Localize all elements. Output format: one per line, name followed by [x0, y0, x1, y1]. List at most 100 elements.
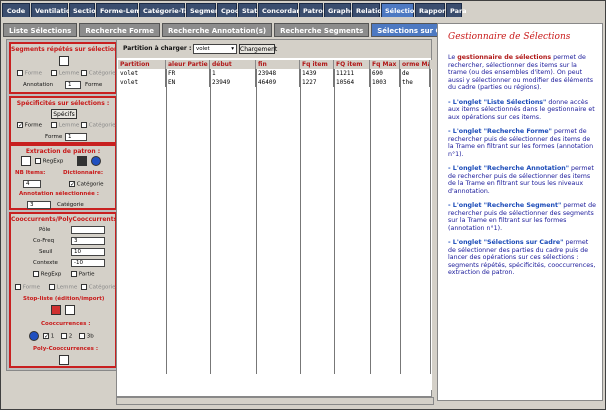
- sec4-partie-checkbox[interactable]: [71, 271, 77, 277]
- pattern-icon[interactable]: [21, 156, 31, 166]
- cooc-1-checkbox[interactable]: [43, 333, 49, 339]
- cooc-2-checkbox[interactable]: [61, 333, 67, 339]
- main-tab[interactable]: Sélection: [381, 3, 419, 17]
- sec2-categorie-checkbox[interactable]: [81, 122, 87, 128]
- main-tab[interactable]: Rapport: [415, 3, 448, 17]
- contexte-label: Contexte: [33, 260, 58, 266]
- pole-field[interactable]: [71, 226, 105, 234]
- pattern-run-icon[interactable]: [77, 156, 87, 166]
- main-tab[interactable]: Code: [2, 3, 30, 17]
- column-header[interactable]: Partition: [118, 60, 166, 69]
- sec3-dictionnaire-label: Dictionnaire:: [63, 170, 104, 176]
- help-p1: Le gestionnaire de sélections permet de …: [448, 54, 594, 91]
- sub-tab[interactable]: Recherche Segments: [274, 23, 370, 37]
- sec2-field-label: Forme: [45, 134, 63, 140]
- polycooc-label: Poly-Cooccurrences :: [33, 346, 99, 352]
- sec3-nb-items-field[interactable]: 4: [23, 180, 41, 188]
- main-tab[interactable]: Catégorie-Tag: [139, 3, 193, 17]
- column-header[interactable]: Fq Max: [370, 60, 400, 69]
- pole-label: Pôle: [39, 227, 51, 233]
- column-header[interactable]: aleur Partie: [166, 60, 210, 69]
- partition-select[interactable]: volet ▾: [193, 44, 237, 54]
- main-tab[interactable]: Forme-Lemme: [96, 3, 152, 17]
- partition-header: Partition à charger : volet ▾ Chargement: [117, 40, 431, 58]
- table-cell: 23949: [210, 78, 256, 87]
- sub-tab[interactable]: Liste Sélections: [3, 23, 78, 37]
- sec4-partie-label: Partie: [78, 271, 95, 278]
- partition-table: Partition aleur Partie début fin Fq item FQ i…: [118, 60, 432, 390]
- sec2-lemme-checkbox[interactable]: [51, 122, 57, 128]
- section-pattern-title: Extraction de patron :: [25, 148, 101, 155]
- polycooc-run-icon[interactable]: [59, 355, 69, 365]
- main-tab[interactable]: Graphe: [324, 3, 355, 17]
- table-cell: 46409: [256, 78, 300, 87]
- chevron-down-icon: ▾: [231, 46, 234, 52]
- sec2-forme-checkbox[interactable]: [17, 122, 23, 128]
- sec1-annotation-label: Annotation: [23, 82, 54, 88]
- cooc-3b-checkbox[interactable]: [79, 333, 85, 339]
- cooc-run-icon[interactable]: [29, 331, 39, 341]
- cooc-1-label: 1: [50, 333, 55, 340]
- main-tab[interactable]: Relation: [352, 3, 386, 17]
- sec2-field-input[interactable]: 1: [65, 133, 87, 141]
- stoplist-edit-icon[interactable]: [51, 305, 61, 315]
- partition-panel: Partition à charger : volet ▾ Chargement…: [116, 39, 432, 397]
- load-button[interactable]: Chargement: [239, 44, 277, 54]
- table-header: Partition aleur Partie début fin Fq item FQ i…: [118, 60, 432, 69]
- sec4-regexp-checkbox[interactable]: [33, 271, 39, 277]
- sec4-forme-checkbox[interactable]: [15, 284, 21, 290]
- sec1-annotation-unit: Forme: [85, 82, 103, 88]
- specifs-button[interactable]: Spécifs: [51, 109, 77, 119]
- main-tab[interactable]: Para: [446, 3, 467, 17]
- horizontal-scrollbar[interactable]: [116, 397, 434, 405]
- main-tab[interactable]: Ventilation: [31, 3, 75, 17]
- table-cell: 1227: [300, 78, 334, 87]
- main-tab[interactable]: Patron: [299, 3, 327, 17]
- column-header[interactable]: fin: [256, 60, 300, 69]
- section-repeated-segments: Segments répétés sur sélections : Forme …: [9, 42, 127, 94]
- column-header[interactable]: FQ item: [334, 60, 370, 69]
- info-icon[interactable]: [91, 156, 101, 166]
- left-control-panel: Segments répétés sur sélections : Forme …: [6, 39, 127, 371]
- main-tab[interactable]: Cpoc: [217, 3, 239, 17]
- column-divider: [334, 69, 335, 374]
- help-p4: - L'onglet "Recherche Annotation" permet…: [448, 165, 594, 195]
- sec3-categorie-checkbox[interactable]: [69, 181, 75, 187]
- stoplist-import-icon[interactable]: [65, 305, 75, 315]
- table-cell: 23948: [256, 69, 300, 78]
- section-specificities: Spécificités sur sélections : Spécifs Fo…: [9, 96, 117, 144]
- column-header[interactable]: orme Max: [400, 60, 430, 69]
- sub-tab[interactable]: Recherche Annotation(s): [161, 23, 273, 37]
- cofreq-label: Co-Freq: [33, 238, 55, 244]
- sub-tab[interactable]: Recherche Forme: [79, 23, 160, 37]
- sec3-regexp-checkbox[interactable]: [35, 158, 41, 164]
- sec1-annotation-field[interactable]: 1: [65, 81, 81, 89]
- help-p3: - L'onglet "Recherche Forme" permet de r…: [448, 128, 594, 158]
- sec4-lemme-checkbox[interactable]: [49, 284, 55, 290]
- sec1-lemme-checkbox[interactable]: [51, 70, 57, 76]
- sec4-categorie-checkbox[interactable]: [81, 284, 87, 290]
- table-cell: volet: [118, 69, 166, 78]
- section-repeated-segments-title: Segments répétés sur sélections :: [11, 46, 127, 53]
- contexte-field[interactable]: -10: [71, 259, 105, 267]
- seuil-field[interactable]: 10: [71, 248, 105, 256]
- cofreq-field[interactable]: 3: [71, 237, 105, 245]
- column-header[interactable]: début: [210, 60, 256, 69]
- sec1-categorie-checkbox[interactable]: [81, 70, 87, 76]
- sec1-forme-checkbox[interactable]: [17, 70, 23, 76]
- table-cell: 11211: [334, 69, 370, 78]
- sub-tab-bar: Liste Sélections Recherche Forme Recherche…: [3, 23, 465, 37]
- partition-label: Partition à charger :: [123, 45, 192, 52]
- sec4-forme-label: Forme: [22, 284, 40, 291]
- main-tab[interactable]: Section: [69, 3, 100, 17]
- repeated-segments-icon[interactable]: [59, 56, 69, 66]
- main-tab[interactable]: Segment: [186, 3, 223, 17]
- table-cell: 1003: [370, 78, 400, 87]
- sec3-annot-field[interactable]: 3: [27, 201, 51, 209]
- main-tab[interactable]: Concordance: [258, 3, 309, 17]
- main-tab[interactable]: Stat: [238, 3, 257, 17]
- column-header[interactable]: Fq item: [300, 60, 334, 69]
- sec2-categorie-label: Catégorie: [88, 122, 116, 129]
- cooc-3b-label: 3b: [86, 333, 94, 340]
- sec1-lemme-label: Lemme: [58, 70, 80, 77]
